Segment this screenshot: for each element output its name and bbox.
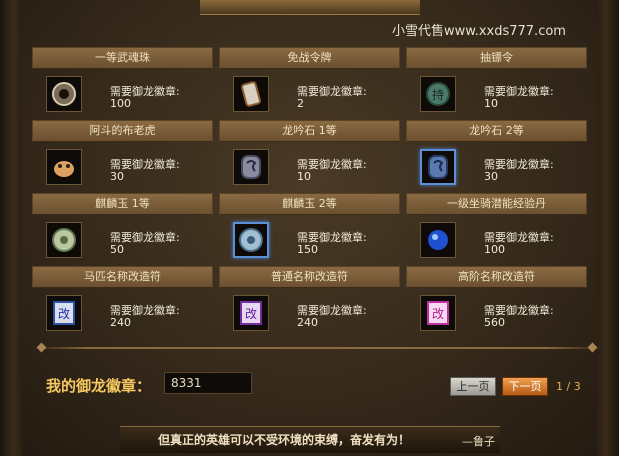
prev-page-button[interactable]: 上一页 — [450, 377, 496, 396]
cost-value: 10 — [297, 170, 311, 183]
item-body: 需要御龙徽章: 150 — [219, 215, 400, 267]
orb-icon[interactable] — [46, 76, 82, 112]
panel-left-border — [0, 0, 22, 456]
item-body: 需要御龙徽章: 10 — [219, 142, 400, 194]
svg-text:改: 改 — [58, 307, 70, 321]
blue-pill-icon[interactable] — [420, 222, 456, 258]
item-name: 麒麟玉 2等 — [219, 193, 400, 215]
svg-text:改: 改 — [432, 307, 444, 321]
cost-value: 150 — [297, 243, 318, 256]
quote-author: —鲁子 — [462, 435, 495, 448]
cost-value: 240 — [297, 316, 318, 329]
cost-value: 30 — [484, 170, 498, 183]
item-body: 改需要御龙徽章: 240 — [32, 288, 213, 340]
jade-token-icon[interactable]: 持 — [420, 76, 456, 112]
svg-text:持: 持 — [432, 87, 444, 102]
title-ornament — [200, 0, 420, 15]
item-body: 需要御龙徽章: 30 — [406, 142, 587, 194]
shop-item[interactable]: 一等武魂珠 需要御龙徽章: 100 — [32, 47, 213, 120]
svg-text:改: 改 — [245, 307, 257, 321]
shop-item[interactable]: 普通名称改造符改需要御龙徽章: 240 — [219, 266, 400, 339]
item-name: 阿斗的布老虎 — [32, 120, 213, 142]
qilin-jade-blue-icon[interactable] — [233, 222, 269, 258]
item-name: 抽镖令 — [406, 47, 587, 69]
shop-item[interactable]: 麒麟玉 1等 需要御龙徽章: 50 — [32, 193, 213, 266]
cost-value: 100 — [110, 97, 131, 110]
cost-label: 需要御龙徽章: — [297, 85, 367, 98]
item-body: 需要御龙徽章: 100 — [406, 215, 587, 267]
badge-count-value: 8331 — [164, 372, 252, 394]
item-name: 免战令牌 — [219, 47, 400, 69]
badge-count-label: 我的御龙徽章： — [46, 377, 152, 395]
item-body: 需要御龙徽章: 2 — [219, 69, 400, 121]
cost-value: 240 — [110, 316, 131, 329]
item-name: 龙吟石 2等 — [406, 120, 587, 142]
shop-item[interactable]: 龙吟石 1等 需要御龙徽章: 10 — [219, 120, 400, 193]
item-body: 持需要御龙徽章: 10 — [406, 69, 587, 121]
dragon-stone-icon[interactable] — [233, 149, 269, 185]
rename-charm-pink-icon[interactable]: 改 — [420, 295, 456, 331]
item-body: 需要御龙徽章: 30 — [32, 142, 213, 194]
item-body: 改需要御龙徽章: 240 — [219, 288, 400, 340]
watermark-text: 小雪代售www.xxds777.com — [392, 24, 566, 39]
section-divider — [32, 347, 602, 349]
cost-value: 50 — [110, 243, 124, 256]
shop-item[interactable]: 一级坐骑潜能经验丹 需要御龙徽章: 100 — [406, 193, 587, 266]
item-body: 需要御龙徽章: 100 — [32, 69, 213, 121]
shop-item[interactable]: 马匹名称改造符改需要御龙徽章: 240 — [32, 266, 213, 339]
cost-value: 560 — [484, 316, 505, 329]
qilin-jade-icon[interactable] — [46, 222, 82, 258]
item-name: 一级坐骑潜能经验丹 — [406, 193, 587, 215]
item-body: 改需要御龙徽章: 560 — [406, 288, 587, 340]
shop-item[interactable]: 麒麟玉 2等 需要御龙徽章: 150 — [219, 193, 400, 266]
shop-item[interactable]: 龙吟石 2等 需要御龙徽章: 30 — [406, 120, 587, 193]
rename-charm-blue-icon[interactable]: 改 — [46, 295, 82, 331]
item-name: 普通名称改造符 — [219, 266, 400, 288]
shop-item[interactable]: 免战令牌 需要御龙徽章: 2 — [219, 47, 400, 120]
item-name: 高阶名称改造符 — [406, 266, 587, 288]
item-body: 需要御龙徽章: 50 — [32, 215, 213, 267]
cost-value: 100 — [484, 243, 505, 256]
item-name: 龙吟石 1等 — [219, 120, 400, 142]
item-grid: 一等武魂珠 需要御龙徽章: 100 免战令牌 需要御龙徽章: 2 抽镖令持需要御龙徽章: 10… — [32, 47, 602, 339]
cost-value: 30 — [110, 170, 124, 183]
shop-item[interactable]: 阿斗的布老虎 需要御龙徽章: 30 — [32, 120, 213, 193]
cost-value: 2 — [297, 97, 304, 110]
quote-text: 但真正的英雄可以不受环境的束缚，奋发有为！ — [158, 433, 411, 447]
rename-charm-purple-icon[interactable]: 改 — [233, 295, 269, 331]
item-name: 麒麟玉 1等 — [32, 193, 213, 215]
shop-item[interactable]: 高阶名称改造符改需要御龙徽章: 560 — [406, 266, 587, 339]
cloth-tiger-icon[interactable] — [46, 149, 82, 185]
next-page-button[interactable]: 下一页 — [502, 377, 548, 396]
page-indicator: 1 / 3 — [556, 380, 581, 393]
item-name: 马匹名称改造符 — [32, 266, 213, 288]
cost-value: 10 — [484, 97, 498, 110]
token-icon[interactable] — [233, 76, 269, 112]
shop-item[interactable]: 抽镖令持需要御龙徽章: 10 — [406, 47, 587, 120]
item-name: 一等武魂珠 — [32, 47, 213, 69]
dragon-stone-blue-icon[interactable] — [420, 149, 456, 185]
